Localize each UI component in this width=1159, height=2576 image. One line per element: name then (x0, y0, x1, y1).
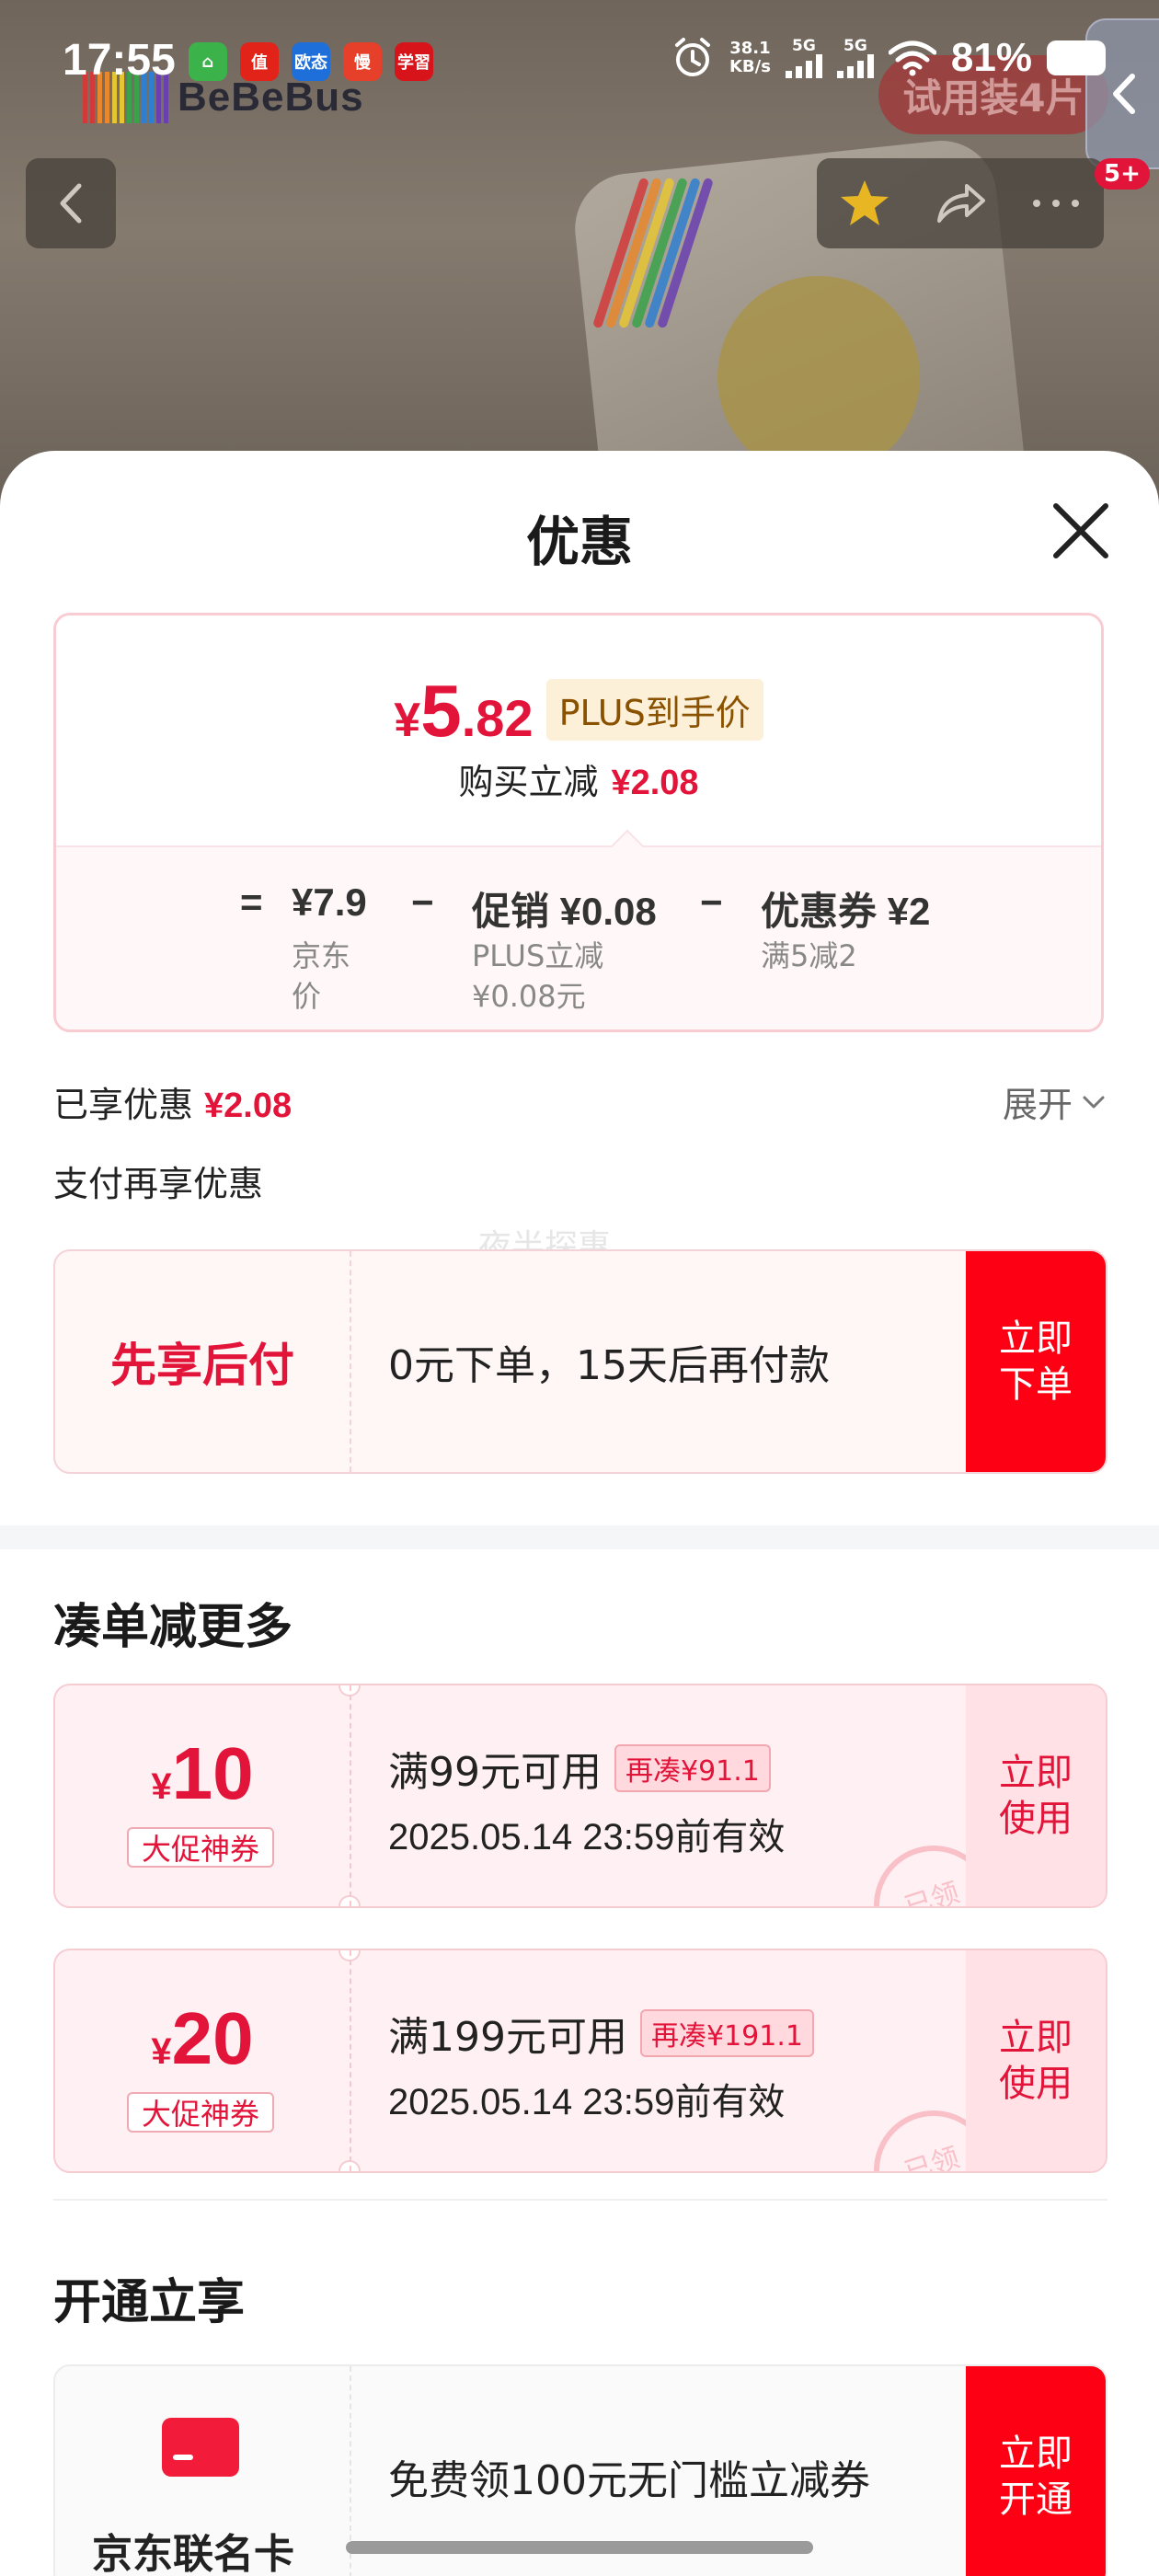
final-price-section: ¥5.82 PLUS到手价 购买立减 ¥2.08 (56, 615, 1101, 847)
jd-price-label: 京东价 (292, 938, 351, 1014)
signal-sim2-icon: 5G (836, 37, 874, 78)
coupon-card: ¥10 大促神券 满99元可用 再凑¥91.1 2025.05.14 23:59前有效已… (53, 1684, 1107, 1908)
status-right: 38.1 KB/s 5G 5G 81% (671, 35, 1106, 81)
final-price-decimal: .82 (461, 689, 534, 747)
use-now-button[interactable]: 立即使用 (966, 1950, 1106, 2171)
equals-sign: = (240, 880, 263, 924)
coupon-card: ¥20 大促神券 满199元可用 再凑¥191.1 2025.05.14 23:59前有… (53, 1949, 1107, 2173)
coupon-amount-number: 10 (171, 1732, 254, 1814)
coupon-validity: 2025.05.14 23:59前有效 (388, 2082, 786, 2122)
coupon-amount-number: 20 (171, 1997, 254, 2079)
chevron-down-icon (1083, 1096, 1105, 1108)
wifi-icon (888, 40, 936, 76)
back-button[interactable] (26, 158, 116, 248)
coupon-amount-block: ¥20 大促神券 (55, 1950, 351, 2171)
home-app-icon: ⌂ (189, 42, 227, 81)
coupon-type-tag: 大促神券 (127, 2092, 274, 2133)
enjoyed-discount: 已享优惠 ¥2.08 (53, 1076, 292, 1127)
final-price-integer: 5 (420, 670, 462, 752)
coupon-info: 满99元可用 再凑¥91.1 2025.05.14 23:59前有效 (388, 1739, 785, 1860)
back-arrow-icon (60, 183, 82, 224)
signal-sim1-icon: 5G (785, 37, 822, 78)
close-icon[interactable] (1049, 499, 1113, 563)
expand-label: 展开 (1002, 1085, 1073, 1125)
use-now-label: 立即使用 (999, 1752, 1073, 1840)
home-indicator[interactable] (346, 2541, 813, 2554)
coupon-type-tag: 大促神券 (127, 1827, 274, 1868)
network-speed: 38.1 KB/s (729, 40, 771, 76)
notification-app-icons: ⌂ 值欧态慢学習 (189, 42, 433, 81)
coupon-amount-block: ¥10 大促神券 (55, 1685, 351, 1906)
promo-amount: 促销 ¥0.08 (472, 890, 657, 933)
price-breakdown-card: ¥5.82 PLUS到手价 购买立减 ¥2.08 = ¥7.9 京东价 − 促销 … (53, 613, 1104, 1032)
order-now-label: 立即下单 (999, 1317, 1073, 1406)
coupon-value: ¥20 (55, 1996, 350, 2081)
co-brand-card-left: 京东联名卡 (55, 2366, 351, 2576)
man-app-icon: 慢 (343, 42, 382, 81)
coupon-amount: 优惠券 ¥2 (761, 890, 931, 933)
battery-percent: 81% (950, 35, 1032, 80)
purchase-reduction: 购买立减 ¥2.08 (56, 753, 1101, 804)
sim1-label: 5G (792, 37, 816, 55)
activate-now-button[interactable]: 立即开通 (966, 2366, 1106, 2576)
minus-sign-2: − (700, 880, 723, 924)
bnpl-title: 先享后付 (55, 1251, 351, 1472)
status-time: 17:55 (63, 36, 176, 85)
bundle-section-title: 凑单减更多 (53, 1600, 293, 1655)
network-speed-unit: KB/s (729, 57, 771, 76)
coupon-remaining-badge: 再凑¥191.1 (639, 2009, 814, 2057)
coupon-currency: ¥ (151, 2031, 172, 2072)
coupon-currency: ¥ (151, 1766, 172, 1807)
oumao-app-icon: 欧态 (292, 42, 330, 81)
final-price: ¥5.82 (394, 669, 533, 753)
status-bar: 17:55 ⌂ 值欧态慢学習 38.1 KB/s 5G 5G 81% (0, 0, 1159, 120)
coupon-remaining-badge: 再凑¥91.1 (614, 1744, 771, 1792)
zhi-app-icon: 值 (240, 42, 279, 81)
price-formula-section: = ¥7.9 京东价 − 促销 ¥0.08 PLUS立减¥0.08元 − 优惠券… (56, 829, 1101, 1029)
promo-detail: PLUS立减¥0.08元 (472, 938, 604, 1014)
coupon-value: ¥10 (55, 1731, 350, 1816)
credit-card-icon (162, 2418, 239, 2477)
sim2-label: 5G (843, 37, 867, 55)
coupon-validity: 2025.05.14 23:59前有效 (388, 1817, 786, 1857)
coupon-rule: 满5减2 (761, 938, 857, 973)
use-now-button[interactable]: 立即使用 (966, 1685, 1106, 1906)
purchase-reduction-label: 购买立减 (458, 762, 599, 802)
enjoyed-discount-value: ¥2.08 (204, 1087, 293, 1125)
alarm-icon (674, 38, 710, 76)
favorite-star-icon[interactable] (838, 178, 891, 229)
sheet-title: 优惠 (525, 511, 633, 573)
jd-price: ¥7.9 (292, 880, 367, 924)
activate-now-label: 立即开通 (999, 2432, 1073, 2521)
plus-price-tag: PLUS到手价 (545, 679, 763, 741)
final-price-currency: ¥ (394, 694, 421, 747)
open-section-title: 开通立享 (53, 2275, 246, 2330)
xuexi-app-icon: 学習 (395, 42, 433, 81)
product-rainbow-stripes (591, 175, 727, 329)
coupon-condition: 满99元可用 (388, 1749, 602, 1796)
enjoyed-discount-label: 已享优惠 (53, 1085, 194, 1125)
top-actions (817, 158, 1104, 248)
coupon-info: 满199元可用 再凑¥191.1 2025.05.14 23:59前有效 (388, 2004, 814, 2125)
co-brand-card-name: 京东联名卡 (92, 2531, 294, 2576)
product-decoration (717, 276, 920, 478)
battery-icon (1047, 40, 1106, 75)
purchase-reduction-value: ¥2.08 (611, 764, 699, 802)
coupon-condition: 满199元可用 (388, 2014, 627, 2061)
more-icon[interactable] (1029, 197, 1083, 210)
bnpl-description: 0元下单，15天后再付款 (388, 1342, 830, 1389)
section-divider-line (53, 2199, 1107, 2201)
pay-more-label: 支付再享优惠 (53, 1164, 264, 1204)
minus-sign: − (411, 880, 434, 924)
use-now-label: 立即使用 (999, 2017, 1073, 2105)
order-now-button[interactable]: 立即下单 (966, 1251, 1106, 1472)
discount-sheet: 优惠 ¥5.82 PLUS到手价 购买立减 ¥2.08 = ¥7.9 京东价 − … (0, 451, 1159, 2576)
buy-now-pay-later-card: 先享后付 0元下单，15天后再付款 立即下单 (53, 1249, 1107, 1474)
cart-count-badge: 5+ (1095, 158, 1150, 190)
expand-button[interactable]: 展开 (1003, 1076, 1106, 1127)
share-icon[interactable] (934, 180, 987, 226)
network-speed-value: 38.1 (729, 39, 771, 58)
section-divider (0, 1525, 1159, 1549)
